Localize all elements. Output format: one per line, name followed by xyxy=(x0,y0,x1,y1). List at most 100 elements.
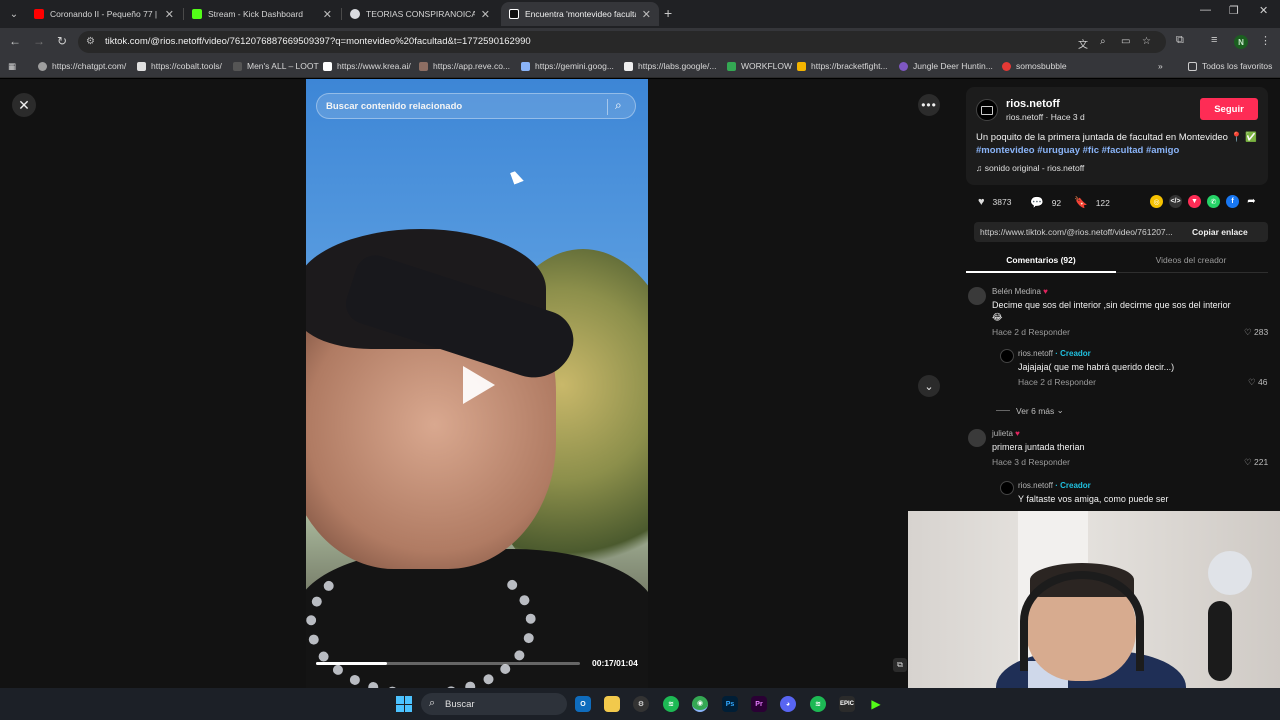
tab-tiktok[interactable]: Encuentra 'montevideo facultad ✕ xyxy=(501,2,659,26)
comment-meta[interactable]: Hace 3 d Responder xyxy=(992,457,1070,467)
premiere-icon[interactable]: Pr xyxy=(751,696,767,712)
extensions-icon[interactable]: ⧉ xyxy=(1176,34,1184,47)
progress-fill xyxy=(316,662,388,665)
avatar[interactable] xyxy=(976,99,998,121)
tab-youtube[interactable]: Coronando II - Pequeño 77 | SIN ✕ xyxy=(26,2,182,26)
view-more-replies[interactable]: Ver 6 más ⌄ xyxy=(996,405,1064,416)
like-button[interactable]: ♥ 3873 xyxy=(978,196,1011,208)
site-info-icon[interactable]: ⚙ xyxy=(86,36,95,47)
comment-like[interactable]: ♡ 46 xyxy=(1248,377,1267,388)
related-search-input[interactable]: Buscar contenido relacionado ⌕ xyxy=(316,93,636,119)
tab-search-icon[interactable]: ⌄ xyxy=(4,4,24,24)
close-tab-icon[interactable]: ✕ xyxy=(481,8,490,21)
profile-avatar[interactable]: N xyxy=(1234,35,1248,49)
bookmark-chatgpt[interactable]: https://chatgpt.com/ xyxy=(38,61,126,71)
embed-icon[interactable]: </> xyxy=(1169,195,1182,208)
bookmark-gemini[interactable]: https://gemini.goog... xyxy=(521,61,614,71)
heart-outline-icon: ♡ xyxy=(1244,457,1254,467)
comment-author[interactable]: rios.netoff · Creador xyxy=(1018,349,1091,358)
photoshop-icon[interactable]: Ps xyxy=(722,696,738,712)
bookmark-jungle-deer[interactable]: Jungle Deer Huntin... xyxy=(899,61,993,71)
file-explorer-icon[interactable] xyxy=(604,696,620,712)
comment-meta[interactable]: Hace 2 d Responder xyxy=(992,327,1070,337)
url-text[interactable]: tiktok.com/@rios.netoff/video/7612076887… xyxy=(105,36,531,47)
bookmarks-bar: ▦ https://chatgpt.com/ https://cobalt.to… xyxy=(0,56,1280,78)
save-button[interactable]: 🔖 122 xyxy=(1074,196,1110,209)
video-progress-bar[interactable] xyxy=(316,662,580,665)
share-link[interactable]: https://www.tiktok.com/@rios.netoff/vide… xyxy=(980,227,1184,237)
spotify-icon[interactable]: ≋ xyxy=(810,696,826,712)
follow-button[interactable]: Seguir xyxy=(1200,98,1258,120)
chevron-down-icon: ⌄ xyxy=(1054,405,1064,415)
back-icon[interactable]: ← xyxy=(9,34,21,48)
comment-author[interactable]: julieta ♥ xyxy=(992,429,1020,438)
bookmark-workflow[interactable]: WORKFLOW xyxy=(727,61,792,71)
close-tab-icon[interactable]: ✕ xyxy=(642,8,651,21)
tab-creator-videos[interactable]: Videos del creador xyxy=(1116,255,1266,265)
discord-icon[interactable]: ◕ xyxy=(780,696,796,712)
copy-link-button[interactable]: Copiar enlace xyxy=(1192,227,1248,237)
bookmark-reve[interactable]: https://app.reve.co... xyxy=(419,61,510,71)
bookmark-loot[interactable]: Men's ALL – LOOT xyxy=(233,61,319,71)
new-tab-icon[interactable]: + xyxy=(664,5,672,21)
tab-google-docs[interactable]: TEORIAS CONSPIRANOICAS - D ✕ xyxy=(342,2,498,26)
reload-icon[interactable]: ↻ xyxy=(57,34,67,48)
close-tab-icon[interactable]: ✕ xyxy=(323,8,332,21)
avatar[interactable] xyxy=(1000,349,1014,363)
translate-icon[interactable]: 文 xyxy=(1078,36,1088,51)
post-username[interactable]: rios.netoff xyxy=(1006,98,1060,110)
minimize-icon[interactable]: — xyxy=(1200,4,1211,16)
tab-kick[interactable]: Stream - Kick Dashboard ✕ xyxy=(184,2,340,26)
taskbar-search[interactable]: ⌕ Buscar xyxy=(421,693,567,715)
picture-in-picture-icon[interactable]: ⧉ xyxy=(893,658,907,672)
bookmark-bracketfight[interactable]: https://bracketfight... xyxy=(797,61,888,71)
tab-comments[interactable]: Comentarios (92) xyxy=(966,255,1116,265)
apps-icon[interactable]: ▦ xyxy=(8,61,16,72)
bookmark-krea[interactable]: https://www.krea.ai/ xyxy=(323,61,411,71)
forward-icon[interactable]: → xyxy=(33,34,45,48)
search-icon[interactable]: ⌕ xyxy=(615,98,622,113)
bookmark-labs[interactable]: https://labs.google/... xyxy=(624,61,716,71)
bookmark-somosbubble[interactable]: somosbubble xyxy=(1002,61,1067,71)
next-video-icon[interactable]: ⌄ xyxy=(918,375,940,397)
all-bookmarks[interactable]: Todos los favoritos xyxy=(1188,61,1272,71)
epic-games-icon[interactable]: EPIC xyxy=(839,696,855,712)
cast-icon[interactable]: ▭ xyxy=(1121,36,1130,47)
caption-hashtags[interactable]: #montevideo #uruguay #fic #facultad #ami… xyxy=(976,145,1179,156)
windows-start-icon[interactable] xyxy=(396,696,412,712)
steam-icon[interactable]: ⚙ xyxy=(633,696,649,712)
close-icon[interactable]: ✕ xyxy=(12,93,36,117)
avatar[interactable] xyxy=(1000,481,1014,495)
comment-author[interactable]: rios.netoff · Creador xyxy=(1018,481,1091,490)
reading-list-icon[interactable]: ≡ xyxy=(1211,34,1217,46)
avatar[interactable] xyxy=(968,287,986,305)
zoom-icon[interactable]: ⌕ xyxy=(1100,36,1106,47)
close-tab-icon[interactable]: ✕ xyxy=(165,8,174,21)
video-player[interactable]: Buscar contenido relacionado ⌕ 00:17/01:… xyxy=(306,79,648,688)
whatsapp-icon[interactable]: ✆ xyxy=(1207,195,1220,208)
send-icon[interactable]: ▼ xyxy=(1188,195,1201,208)
outlook-icon[interactable]: O xyxy=(575,696,591,712)
comment-like[interactable]: ♡ 221 xyxy=(1244,457,1268,468)
more-options-icon[interactable]: ••• xyxy=(918,94,940,116)
menu-icon[interactable]: ⋮ xyxy=(1260,34,1271,47)
close-window-icon[interactable]: ✕ xyxy=(1259,4,1268,17)
comment-like[interactable]: ♡ 283 xyxy=(1244,327,1268,338)
kick-app-icon[interactable]: ▶ xyxy=(868,696,884,712)
comment-author[interactable]: Belén Medina ♥ xyxy=(992,287,1048,296)
sound-link[interactable]: ♫ sonido original - rios.netoff xyxy=(976,163,1084,173)
bookmark-star-icon[interactable]: ☆ xyxy=(1142,36,1151,47)
repost-icon[interactable]: ◎ xyxy=(1150,195,1163,208)
share-arrow-icon[interactable]: ➦ xyxy=(1245,195,1258,208)
chrome-icon[interactable]: ◉ xyxy=(692,696,708,712)
address-bar[interactable]: ⚙ tiktok.com/@rios.netoff/video/76120768… xyxy=(78,31,1166,53)
avatar[interactable] xyxy=(968,429,986,447)
play-icon[interactable] xyxy=(463,366,495,404)
comment-button[interactable]: 💬 92 xyxy=(1030,196,1061,209)
restore-icon[interactable]: ❐ xyxy=(1229,4,1239,17)
comment-meta[interactable]: Hace 2 d Responder xyxy=(1018,377,1096,387)
facebook-icon[interactable]: f xyxy=(1226,195,1239,208)
bookmark-cobalt[interactable]: https://cobalt.tools/ xyxy=(137,61,222,71)
more-bookmarks-icon[interactable]: » xyxy=(1158,61,1163,71)
spotify-icon[interactable]: ≋ xyxy=(663,696,679,712)
